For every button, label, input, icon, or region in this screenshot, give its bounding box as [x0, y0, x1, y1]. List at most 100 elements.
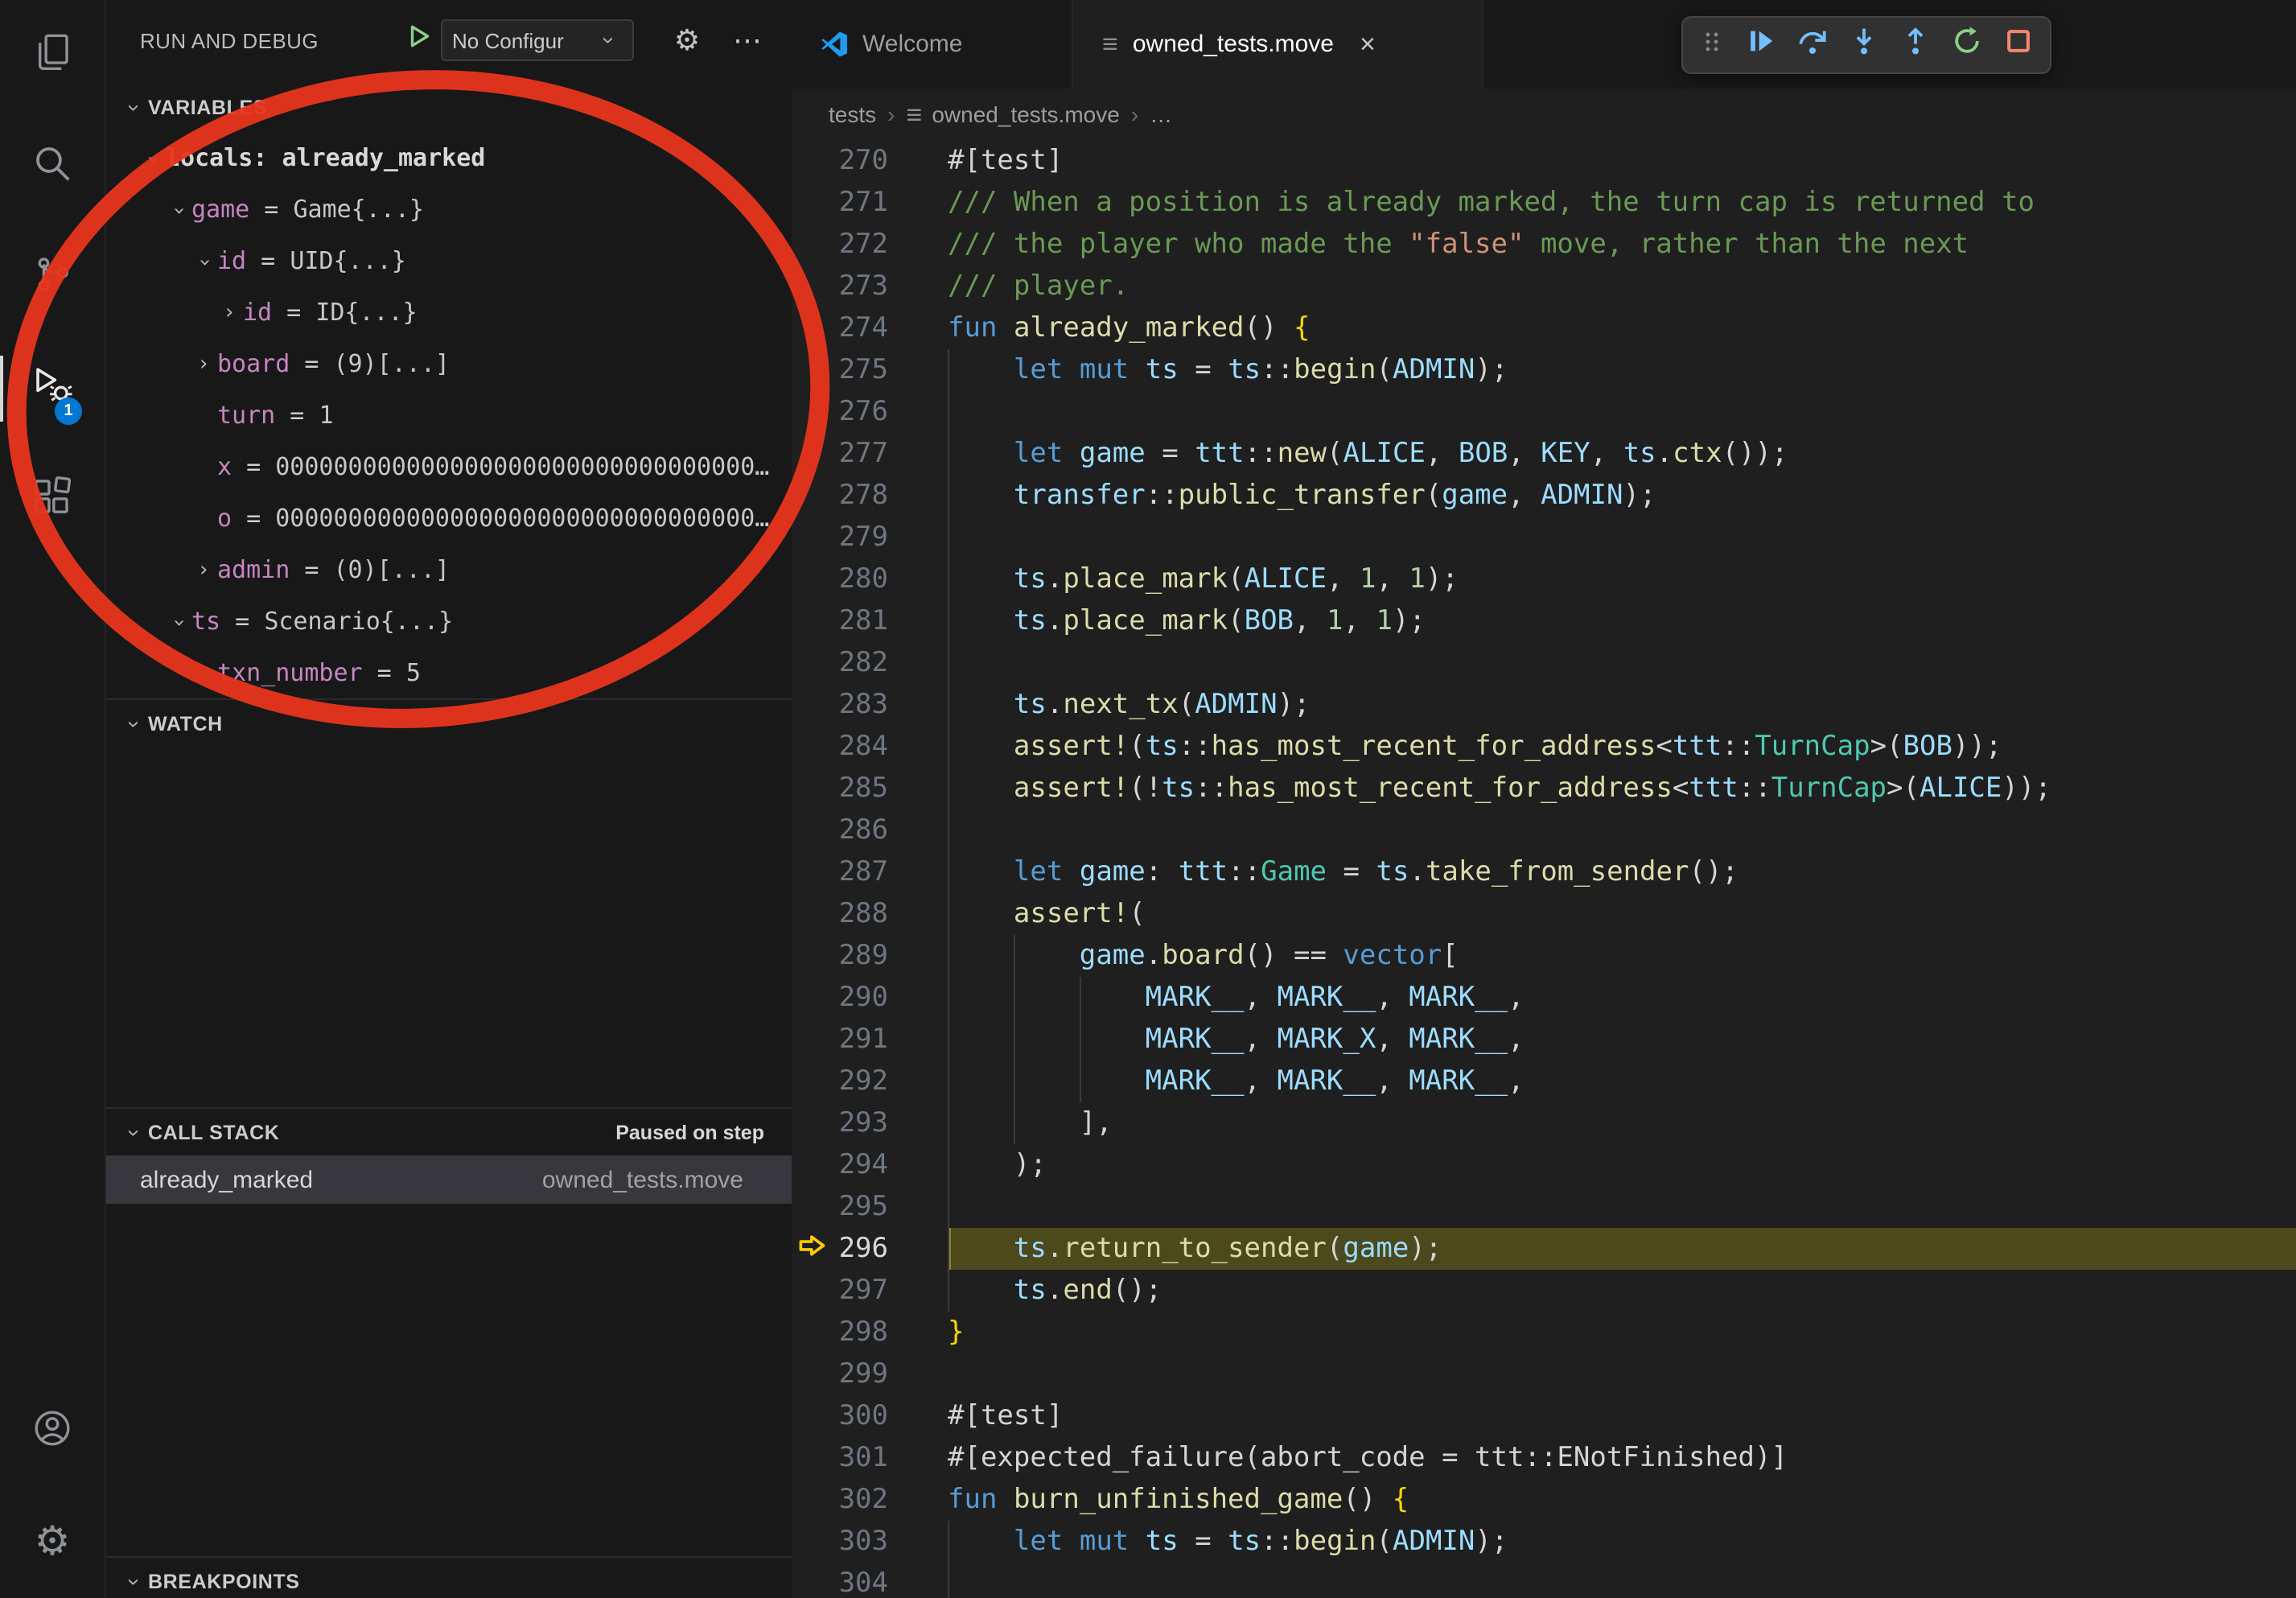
code-line-291: 291 MARK__, MARK_X, MARK__,	[792, 1019, 2296, 1061]
code-text: /// player.	[948, 266, 1129, 307]
code-text: /// the player who made the "false" move…	[948, 224, 1969, 266]
breadcrumb-item[interactable]: tests	[829, 101, 876, 127]
source-control-icon	[31, 252, 74, 303]
gutter-line-275[interactable]	[792, 349, 833, 391]
variable-row-admin[interactable]: ›admin = (0)[...]	[106, 544, 792, 595]
gutter-line-270[interactable]	[792, 140, 833, 182]
tab-label: owned_tests.move	[1133, 31, 1334, 58]
code-text: MARK__, MARK_X, MARK__,	[948, 1019, 1524, 1061]
variable-name: locals: already_marked	[166, 143, 485, 172]
gutter-line-285[interactable]	[792, 768, 833, 809]
variable-row-board[interactable]: ›board = (9)[...]	[106, 338, 792, 389]
variable-row-game[interactable]: ›game = Game{...}	[106, 183, 792, 235]
continue-button[interactable]	[1746, 26, 1776, 64]
variable-row-txn_number[interactable]: txn_number = 5	[106, 647, 792, 698]
breadcrumb-item[interactable]: ≡owned_tests.move	[907, 101, 1120, 128]
breadcrumb-item[interactable]: …	[1150, 101, 1172, 127]
code-text: ts.place_mark(ALICE, 1, 1);	[948, 558, 1459, 600]
gutter-line-296[interactable]	[792, 1228, 833, 1270]
step-over-button[interactable]	[1797, 26, 1828, 64]
line-number: 292	[833, 1065, 888, 1098]
activity-item-source-control-icon[interactable]	[0, 222, 105, 333]
more-actions-icon[interactable]: ⋯	[727, 19, 769, 61]
line-number: 280	[833, 563, 888, 595]
gear-icon[interactable]: ⚙	[666, 19, 708, 61]
gutter-line-298[interactable]	[792, 1312, 833, 1353]
gutter-line-282[interactable]	[792, 642, 833, 684]
watch-section-header[interactable]: › WATCH	[106, 698, 792, 747]
gutter-line-297[interactable]	[792, 1270, 833, 1312]
gutter-line-295[interactable]	[792, 1186, 833, 1228]
gutter-line-280[interactable]	[792, 558, 833, 600]
activity-item-account-icon[interactable]	[0, 1376, 105, 1487]
step-into-button[interactable]	[1849, 26, 1879, 64]
code-text: fun burn_unfinished_game() {	[948, 1479, 1409, 1521]
restart-icon	[1952, 26, 1982, 64]
activity-item-search-icon[interactable]	[0, 111, 105, 222]
variable-row-o[interactable]: o = 000000000000000000000000000000000000…	[106, 492, 792, 544]
gutter-line-279[interactable]	[792, 517, 833, 558]
chevron-right-icon: ›	[190, 545, 217, 595]
activity-item-explorer-icon[interactable]	[0, 0, 105, 111]
gutter-line-290[interactable]	[792, 977, 833, 1019]
gutter-line-276[interactable]	[792, 391, 833, 433]
step-out-button[interactable]	[1900, 26, 1931, 64]
gutter-line-291[interactable]	[792, 1019, 833, 1061]
gutter-line-287[interactable]	[792, 851, 833, 893]
close-icon[interactable]: ×	[1360, 31, 1376, 58]
variable-row-id[interactable]: ›id = UID{...}	[106, 235, 792, 286]
chevron-down-icon: ›	[126, 145, 178, 172]
variable-name: turn	[217, 401, 275, 430]
gutter-line-277[interactable]	[792, 433, 833, 475]
gutter-line-284[interactable]	[792, 726, 833, 768]
restart-button[interactable]	[1952, 26, 1982, 64]
call-stack-section-header[interactable]: › CALL STACK Paused on step	[106, 1107, 792, 1155]
gutter-line-272[interactable]	[792, 224, 833, 266]
call-stack-frame[interactable]: already_markedowned_tests.move	[106, 1155, 792, 1204]
code-line-270: 270#[test]	[792, 140, 2296, 182]
gutter-line-300[interactable]	[792, 1395, 833, 1437]
tab-owned-tests-move[interactable]: ≡owned_tests.move×	[1073, 0, 1483, 89]
breadcrumb: tests›≡owned_tests.move›…	[792, 89, 2296, 140]
activity-item-settings-gear-icon[interactable]: ⚙	[0, 1487, 105, 1598]
gutter-line-302[interactable]	[792, 1479, 833, 1521]
gutter-line-289[interactable]	[792, 935, 833, 977]
gutter-line-283[interactable]	[792, 684, 833, 726]
gutter-line-299[interactable]	[792, 1353, 833, 1395]
gutter-line-281[interactable]	[792, 600, 833, 642]
gutter-line-292[interactable]	[792, 1061, 833, 1102]
code-text: ts.next_tx(ADMIN);	[948, 684, 1311, 726]
activity-item-run-and-debug-icon[interactable]: 1	[0, 333, 105, 444]
tab-welcome[interactable]: Welcome	[792, 0, 1073, 89]
line-number: 303	[833, 1526, 888, 1558]
account-icon	[31, 1406, 74, 1457]
gutter-line-273[interactable]	[792, 266, 833, 307]
variable-row-x[interactable]: x = 000000000000000000000000000000000000…	[106, 441, 792, 492]
variable-row-ts[interactable]: ›ts = Scenario{...}	[106, 595, 792, 647]
start-debug-button[interactable]	[399, 21, 438, 60]
gutter-line-293[interactable]	[792, 1102, 833, 1144]
gutter-line-286[interactable]	[792, 809, 833, 851]
stop-button[interactable]	[2003, 26, 2034, 64]
variable-row-turn[interactable]: turn = 1	[106, 389, 792, 441]
activity-item-extensions-icon[interactable]	[0, 444, 105, 555]
gutter-line-304[interactable]	[792, 1563, 833, 1598]
gutter-line-274[interactable]	[792, 307, 833, 349]
gutter-line-294[interactable]	[792, 1144, 833, 1186]
variable-row-id[interactable]: ›id = ID{...}	[106, 286, 792, 338]
gutter-line-303[interactable]	[792, 1521, 833, 1563]
gutter-line-288[interactable]	[792, 893, 833, 935]
code-line-276: 276	[792, 391, 2296, 433]
breakpoints-section-header[interactable]: › BREAKPOINTS	[106, 1556, 792, 1598]
code-line-289: 289 game.board() == vector[	[792, 935, 2296, 977]
line-number: 278	[833, 480, 888, 512]
gutter-line-271[interactable]	[792, 182, 833, 224]
variables-section-header[interactable]: › VARIABLES	[106, 84, 792, 132]
gutter-line-278[interactable]	[792, 475, 833, 517]
debug-config-dropdown[interactable]: No Configur ›	[441, 19, 634, 61]
variable-name: o	[217, 504, 232, 533]
gutter-line-301[interactable]	[792, 1437, 833, 1479]
code-editor[interactable]: 270#[test]271/// When a position is alre…	[792, 140, 2296, 1598]
variable-row-locals_already_marked[interactable]: ›locals: already_marked	[106, 132, 792, 183]
drag-handle-button[interactable]	[1699, 28, 1725, 62]
